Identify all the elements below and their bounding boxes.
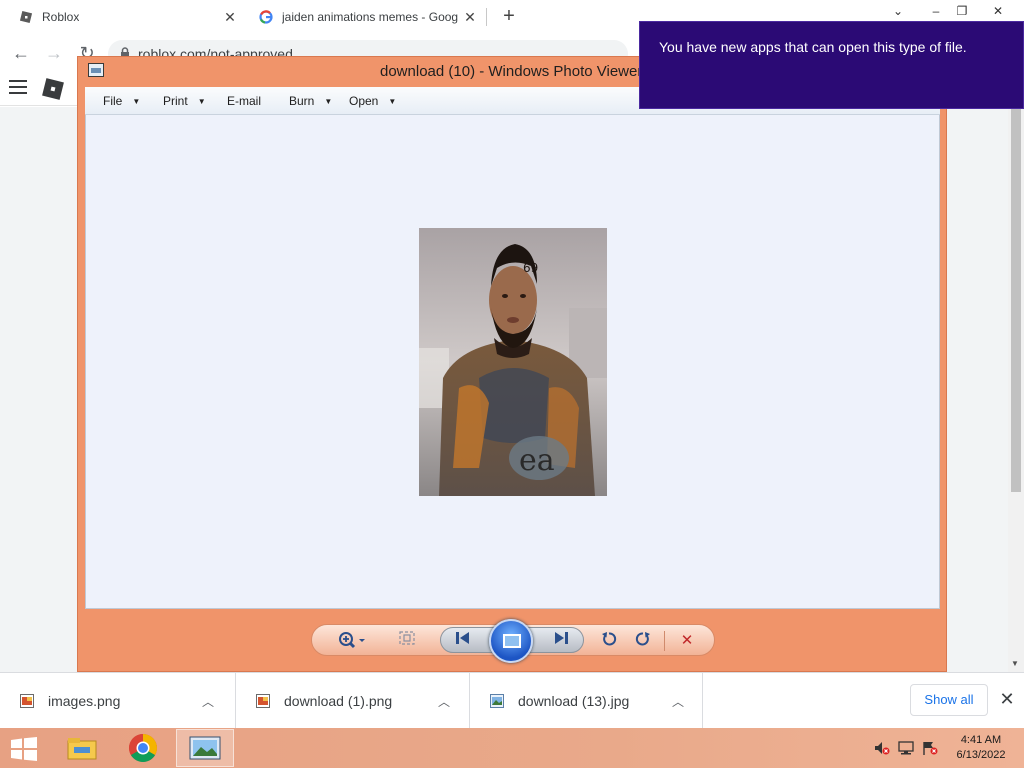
displayed-photo: ea 69 [419, 228, 607, 496]
tab-search-chevron-icon[interactable]: ⌄ [888, 2, 908, 20]
menu-label: Burn [289, 94, 315, 108]
actual-size-icon[interactable] [396, 631, 418, 651]
download-shelf: images.png ︿ download (1).png ︿ download… [0, 672, 1024, 729]
new-tab-button[interactable]: + [499, 6, 519, 26]
download-item[interactable]: download (1).png ︿ [236, 673, 470, 729]
clock-date: 6/13/2022 [956, 749, 1006, 761]
zoom-icon[interactable] [336, 631, 370, 651]
download-item[interactable]: download (13).jpg ︿ [470, 673, 703, 729]
chevron-up-icon[interactable]: ︿ [434, 693, 454, 710]
photo-viewer-app-icon [88, 63, 104, 77]
download-filename: download (1).png [284, 693, 393, 709]
download-filename: images.png [48, 693, 121, 709]
chevron-up-icon[interactable]: ︿ [198, 693, 218, 710]
menu-label: Open [349, 94, 379, 108]
new-apps-notification[interactable]: You have new apps that can open this typ… [639, 21, 1024, 109]
dropdown-caret-icon: ▼ [388, 96, 397, 106]
minimize-button[interactable]: – [926, 2, 946, 20]
viewer-control-bar: ✕ [311, 619, 715, 663]
show-all-button[interactable]: Show all [910, 684, 988, 716]
svg-text:69: 69 [523, 261, 538, 275]
tab-divider [486, 8, 487, 26]
photo-file-icon [490, 694, 504, 708]
tab-close-icon[interactable]: ✕ [462, 9, 478, 25]
roblox-favicon [18, 9, 34, 25]
rotate-clockwise-icon[interactable] [632, 631, 654, 651]
file-explorer-taskbar-icon[interactable] [54, 729, 109, 767]
menu-print[interactable]: Print ▼ [163, 94, 206, 108]
tab-title: jaiden animations memes - Goog [282, 10, 459, 24]
system-clock[interactable]: 4:41 AM 6/13/2022 [945, 733, 1017, 763]
photo-viewer-taskbar-icon[interactable] [176, 729, 234, 767]
dropdown-caret-icon: ▼ [132, 96, 141, 106]
volume-muted-icon[interactable] [874, 741, 890, 755]
download-item[interactable]: images.png ︿ [0, 673, 236, 729]
restore-button[interactable]: ❐ [952, 2, 972, 20]
delete-icon[interactable]: ✕ [676, 631, 698, 651]
tab-title: Roblox [42, 10, 80, 24]
taskbar: 4:41 AM 6/13/2022 [0, 728, 1024, 768]
menu-label: E-mail [227, 94, 262, 108]
menu-open[interactable]: Open ▼ [349, 94, 396, 108]
next-image-icon[interactable] [550, 631, 572, 651]
menu-email[interactable]: E-mail [227, 94, 261, 108]
photo-viewer-window: download (10) - Windows Photo Viewer Fil… [77, 56, 947, 672]
chrome-taskbar-icon[interactable] [115, 729, 170, 767]
tab-google-search[interactable]: jaiden animations memes - Goog ✕ [248, 0, 486, 34]
google-favicon [258, 9, 274, 25]
download-filename: download (13).jpg [518, 693, 630, 709]
roblox-logo[interactable] [42, 78, 64, 100]
image-file-icon [20, 694, 34, 708]
windows-start-icon[interactable] [10, 737, 38, 761]
previous-image-icon[interactable] [452, 631, 474, 651]
scroll-down-arrow-icon[interactable]: ▼ [1011, 659, 1019, 668]
dropdown-caret-icon: ▼ [324, 96, 333, 106]
menu-burn[interactable]: Burn ▼ [289, 94, 332, 108]
menu-label: File [103, 94, 123, 108]
image-file-icon [256, 694, 270, 708]
forward-arrow-icon[interactable]: → [43, 42, 65, 64]
page-scrollbar[interactable]: ▼ [1008, 107, 1024, 672]
close-window-button[interactable]: ✕ [988, 2, 1008, 20]
control-divider [664, 631, 665, 651]
tab-close-icon[interactable]: ✕ [222, 9, 238, 25]
back-arrow-icon[interactable]: ← [10, 42, 32, 64]
rotate-counterclockwise-icon[interactable] [598, 631, 620, 651]
photo-canvas: ea 69 [85, 115, 940, 609]
dropdown-caret-icon: ▼ [197, 96, 206, 106]
play-slideshow-button[interactable] [489, 619, 533, 663]
close-download-bar-icon[interactable]: ✕ [998, 689, 1016, 709]
network-icon[interactable] [898, 741, 914, 755]
action-center-flag-icon[interactable] [922, 741, 938, 755]
svg-text:ea: ea [519, 443, 555, 478]
photo-viewer-title: download (10) - Windows Photo Viewer [380, 63, 643, 80]
scrollbar-thumb[interactable] [1011, 107, 1021, 492]
slideshow-icon [503, 634, 521, 648]
clock-time: 4:41 AM [960, 734, 1002, 746]
chevron-up-icon[interactable]: ︿ [668, 693, 688, 710]
notification-message: You have new apps that can open this typ… [659, 39, 967, 55]
hamburger-menu-icon[interactable] [9, 80, 27, 96]
menu-file[interactable]: File ▼ [103, 94, 140, 108]
menu-label: Print [163, 94, 188, 108]
tab-roblox[interactable]: Roblox ✕ [8, 0, 246, 34]
